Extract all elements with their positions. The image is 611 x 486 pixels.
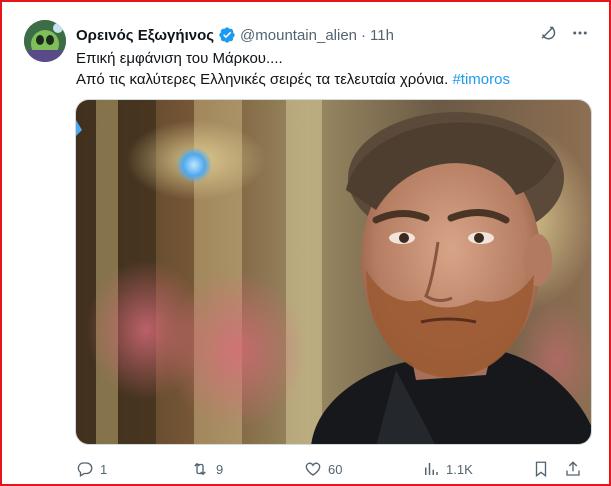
separator-dot: · xyxy=(361,26,367,44)
views-count: 1.1K xyxy=(446,461,473,477)
reply-count: 1 xyxy=(100,461,108,477)
tweet-actions: 1 9 60 1.1K xyxy=(76,459,596,479)
header-actions xyxy=(539,24,589,42)
bookmark-icon xyxy=(535,461,547,478)
repost-icon xyxy=(194,462,206,476)
author-handle[interactable]: @mountain_alien xyxy=(240,27,357,44)
verified-badge-icon xyxy=(218,26,236,44)
tweet-text-line-2: Από τις καλύτερες Ελληνικές σειρές τα τε… xyxy=(76,69,585,90)
more-icon[interactable] xyxy=(571,24,589,42)
tweet-card: Ορεινός Εξωγήινος @mountain_alien · 11h … xyxy=(0,0,611,486)
like-count: 60 xyxy=(328,461,343,477)
reply-button[interactable]: 1 xyxy=(76,460,190,478)
views-chart-icon xyxy=(425,463,438,475)
grok-icon[interactable] xyxy=(539,24,557,42)
views-button[interactable]: 1.1K xyxy=(422,460,532,478)
reply-icon xyxy=(77,462,93,477)
tweet-header: Ορεινός Εξωγήινος @mountain_alien · 11h xyxy=(76,24,579,46)
tweet-text-line-1: Επική εμφάνιση του Μάρκου.... xyxy=(76,50,283,67)
tweet-text: Επική εμφάνιση του Μάρκου.... Από τις κα… xyxy=(76,48,585,90)
repost-count: 9 xyxy=(216,461,224,477)
tweet-text-body: Από τις καλύτερες Ελληνικές σειρές τα τε… xyxy=(76,71,453,88)
repost-button[interactable]: 9 xyxy=(190,460,304,478)
avatar[interactable] xyxy=(24,20,66,62)
heart-icon xyxy=(305,462,321,476)
author-name[interactable]: Ορεινός Εξωγήινος xyxy=(76,27,214,44)
hashtag-link[interactable]: #timoros xyxy=(452,71,510,88)
timestamp[interactable]: 11h xyxy=(370,27,394,44)
like-button[interactable]: 60 xyxy=(304,460,422,478)
share-icon xyxy=(566,461,580,476)
bookmark-button[interactable] xyxy=(532,460,564,478)
tweet-media-image[interactable] xyxy=(75,99,592,445)
share-button[interactable] xyxy=(564,460,584,478)
